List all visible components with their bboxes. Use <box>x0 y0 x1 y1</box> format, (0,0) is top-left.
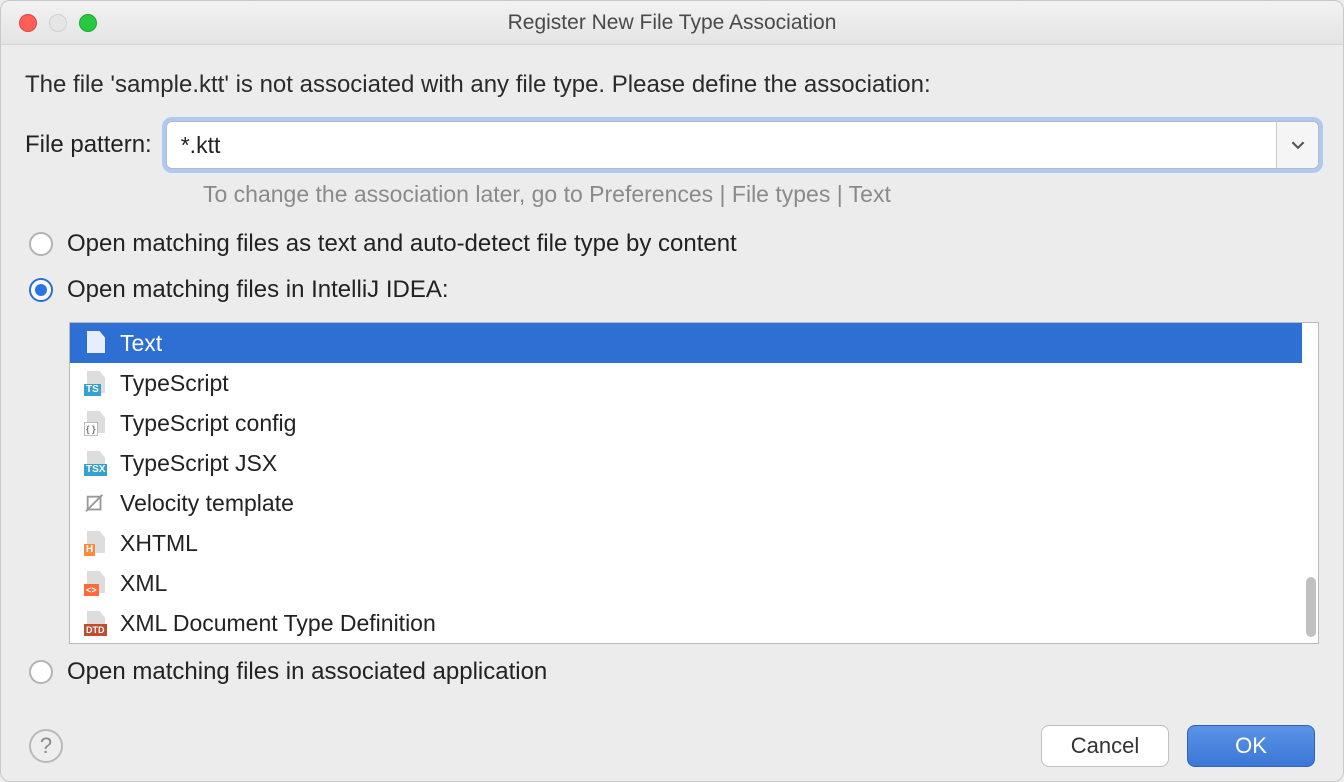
xml-file-icon: <> <box>84 571 108 595</box>
list-item-label: XHTML <box>120 530 198 557</box>
ts-file-icon: TS <box>84 371 108 395</box>
dialog-title: Register New File Type Association <box>1 11 1343 35</box>
dialog-window: Register New File Type Association The f… <box>0 0 1344 782</box>
list-item[interactable]: TS TypeScript <box>70 363 1302 403</box>
file-pattern-dropdown-button[interactable] <box>1276 122 1318 168</box>
list-item-label: TypeScript config <box>120 410 296 437</box>
list-item[interactable]: TSX TypeScript JSX <box>70 443 1302 483</box>
tsx-file-icon: TSX <box>84 451 108 475</box>
dtd-file-icon: DTD <box>84 611 108 635</box>
option-open-in-intellij[interactable]: Open matching files in IntelliJ IDEA: <box>29 276 1319 304</box>
zoom-window-icon[interactable] <box>79 14 97 32</box>
list-item-label: Text <box>120 330 162 357</box>
h-file-icon: H <box>84 531 108 555</box>
window-controls <box>1 14 97 32</box>
option-open-auto-detect[interactable]: Open matching files as text and auto-det… <box>29 230 1319 258</box>
list-item[interactable]: DTD XML Document Type Definition <box>70 603 1302 643</box>
radio-icon <box>29 278 53 302</box>
list-item-label: Velocity template <box>120 490 294 517</box>
text-file-icon <box>84 331 108 355</box>
list-item-label: TypeScript <box>120 370 229 397</box>
file-pattern-input[interactable] <box>167 122 1276 168</box>
scrollbar-thumb[interactable] <box>1306 577 1316 637</box>
close-window-icon[interactable] <box>19 14 37 32</box>
list-item-label: XML <box>120 570 167 597</box>
list-item[interactable]: H XHTML <box>70 523 1302 563</box>
velocity-icon <box>84 491 108 515</box>
minimize-window-icon <box>49 14 67 32</box>
ok-button[interactable]: OK <box>1187 725 1315 767</box>
titlebar: Register New File Type Association <box>1 1 1343 45</box>
help-button[interactable]: ? <box>29 729 63 763</box>
file-pattern-label: File pattern: <box>25 131 152 159</box>
radio-icon <box>29 660 53 684</box>
list-item[interactable]: <> XML <box>70 563 1302 603</box>
list-item[interactable]: Velocity template <box>70 483 1302 523</box>
chevron-down-icon <box>1291 138 1305 152</box>
help-icon: ? <box>40 733 52 759</box>
cfg-file-icon: { } <box>84 411 108 435</box>
file-type-list[interactable]: TextTSTypeScript{ }TypeScript configTSXT… <box>69 322 1319 644</box>
preferences-hint: To change the association later, go to P… <box>203 181 1319 208</box>
option-open-in-associated-app[interactable]: Open matching files in associated applic… <box>29 658 1319 686</box>
dialog-message: The file 'sample.ktt' is not associated … <box>25 71 1319 99</box>
option-label: Open matching files as text and auto-det… <box>67 230 737 258</box>
list-item[interactable]: { } TypeScript config <box>70 403 1302 443</box>
option-label: Open matching files in IntelliJ IDEA: <box>67 276 449 304</box>
cancel-button[interactable]: Cancel <box>1041 725 1169 767</box>
option-label: Open matching files in associated applic… <box>67 658 547 686</box>
list-item-label: TypeScript JSX <box>120 450 277 477</box>
list-item-label: XML Document Type Definition <box>120 610 436 637</box>
list-item[interactable]: Text <box>70 323 1302 363</box>
dialog-footer: ? Cancel OK <box>1 711 1343 781</box>
radio-icon <box>29 232 53 256</box>
file-pattern-combobox[interactable] <box>166 121 1319 169</box>
